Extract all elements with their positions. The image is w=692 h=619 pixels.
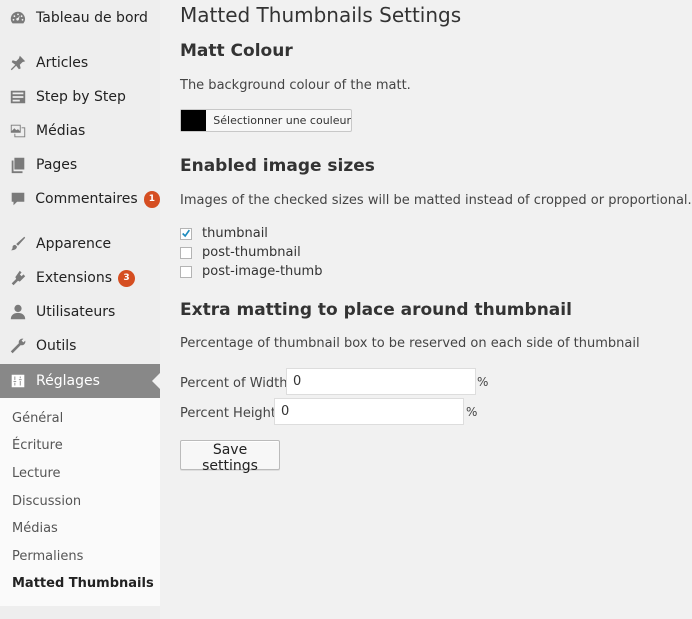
comments-count-badge: 1 <box>143 190 160 208</box>
menu-item-reglages[interactable]: Réglages <box>0 364 160 398</box>
menu-item-step-by-step[interactable]: Step by Step <box>0 80 160 114</box>
size-option-post-thumbnail: post-thumbnail <box>180 245 301 260</box>
matt-colour-description: The background colour of the matt. <box>180 78 411 93</box>
extra-matting-heading: Extra matting to place around thumbnail <box>180 300 572 320</box>
extra-matting-description: Percentage of thumbnail box to be reserv… <box>180 336 640 351</box>
menu-item-label: Outils <box>36 338 77 354</box>
admin-sidebar: Tableau de bord Articles Step by Step Mé… <box>0 0 160 619</box>
settings-icon <box>8 371 28 391</box>
percent-height-input[interactable]: 0 <box>274 398 464 425</box>
thumbnail-checkbox[interactable] <box>180 227 192 240</box>
save-settings-button[interactable]: Save settings <box>180 440 280 474</box>
list-icon <box>8 87 28 107</box>
settings-submenu: Général Écriture Lecture Discussion Médi… <box>0 398 160 606</box>
image-sizes-heading: Enabled image sizes <box>180 156 375 176</box>
checkbox-label: post-thumbnail <box>202 245 301 260</box>
menu-item-label: Commentaires <box>35 191 138 207</box>
submenu-item-permaliens[interactable]: Permaliens <box>12 549 83 564</box>
dashboard-icon <box>8 8 28 28</box>
current-menu-arrow <box>152 373 160 389</box>
menu-item-utilisateurs[interactable]: Utilisateurs <box>0 295 160 329</box>
menu-item-commentaires[interactable]: Commentaires 1 <box>0 182 160 216</box>
menu-item-label: Pages <box>36 157 78 173</box>
wrench-icon <box>8 336 28 356</box>
page-title: Matted Thumbnails Settings <box>180 3 462 27</box>
checkmark-icon <box>182 229 191 238</box>
menu-item-label: Tableau de bord <box>36 10 148 26</box>
menu-item-apparence[interactable]: Apparence <box>0 227 160 261</box>
image-sizes-description: Images of the checked sizes will be matt… <box>180 193 692 208</box>
pages-icon <box>8 155 28 175</box>
post-image-thumb-checkbox[interactable] <box>180 265 192 278</box>
percent-width-input[interactable]: 0 <box>286 368 476 395</box>
size-option-post-image-thumb: post-image-thumb <box>180 264 322 279</box>
menu-item-articles[interactable]: Articles <box>0 46 160 80</box>
submenu-item-general[interactable]: Général <box>12 411 63 426</box>
menu-item-label: Step by Step <box>36 89 126 105</box>
menu-item-label: Utilisateurs <box>36 304 116 320</box>
checkbox-label: post-image-thumb <box>202 264 323 279</box>
percent-height-label: Percent Height <box>180 406 277 421</box>
color-picker-label: Sélectionner une couleur <box>213 114 351 127</box>
menu-item-partial[interactable] <box>0 606 160 619</box>
post-thumbnail-checkbox[interactable] <box>180 246 192 259</box>
plugin-icon <box>8 268 28 288</box>
menu-item-extensions[interactable]: Extensions 3 <box>0 261 160 295</box>
submenu-item-lecture[interactable]: Lecture <box>12 466 61 481</box>
menu-item-medias[interactable]: Médias <box>0 114 160 148</box>
submenu-item-discussion[interactable]: Discussion <box>12 494 81 509</box>
submenu-item-matted-thumbnails[interactable]: Matted Thumbnails <box>12 576 154 591</box>
user-icon <box>8 302 28 322</box>
menu-item-label: Articles <box>36 55 89 71</box>
menu-item-label: Apparence <box>36 236 112 252</box>
percent-width-unit: % <box>477 375 489 389</box>
pin-icon <box>8 53 28 73</box>
menu-item-label: Extensions <box>36 270 113 286</box>
submenu-item-medias[interactable]: Médias <box>12 521 58 536</box>
color-picker-button[interactable]: Sélectionner une couleur <box>180 109 352 132</box>
percent-width-label: Percent of Width <box>180 376 288 391</box>
menu-item-outils[interactable]: Outils <box>0 329 160 363</box>
menu-item-label: Réglages <box>36 373 100 389</box>
submenu-item-ecriture[interactable]: Écriture <box>12 438 63 453</box>
color-swatch <box>181 110 207 131</box>
size-option-thumbnail: thumbnail <box>180 226 268 241</box>
comment-icon <box>8 189 27 209</box>
checkbox-label: thumbnail <box>202 226 268 241</box>
matt-colour-heading: Matt Colour <box>180 41 293 61</box>
percent-height-unit: % <box>466 405 478 419</box>
brush-icon <box>8 234 28 254</box>
menu-item-pages[interactable]: Pages <box>0 148 160 182</box>
menu-item-dashboard[interactable]: Tableau de bord <box>0 1 160 35</box>
extensions-count-badge: 3 <box>118 269 136 287</box>
menu-item-label: Médias <box>36 123 86 139</box>
media-icon <box>8 121 28 141</box>
